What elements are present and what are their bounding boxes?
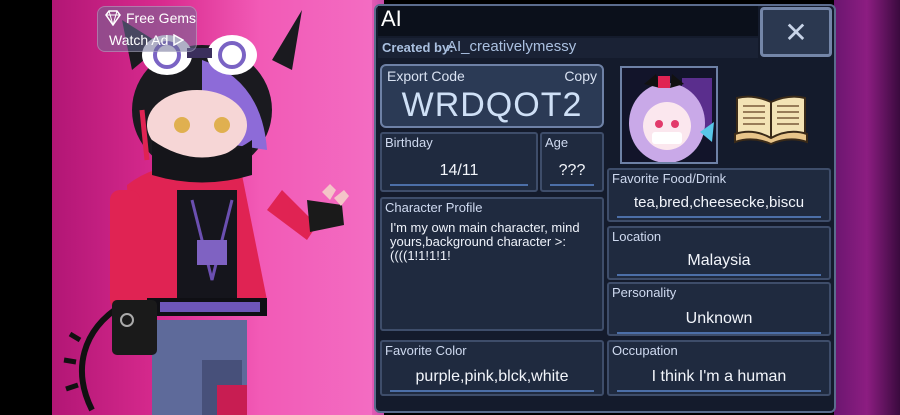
left-letterbox (0, 0, 52, 415)
watch-ad-label: Watch Ad (109, 32, 169, 48)
personality-label: Personality (612, 285, 677, 300)
location-label: Location (612, 229, 662, 244)
export-code-label: Export Code (387, 68, 465, 84)
favorite-color-label: Favorite Color (385, 343, 467, 358)
favorite-food-field[interactable]: Favorite Food/Drink tea,bred,cheesecke,b… (607, 168, 831, 222)
book-icon[interactable] (733, 88, 809, 146)
character-name: AI (381, 6, 402, 31)
diamond-icon (105, 10, 121, 26)
close-icon: ✕ (784, 15, 808, 49)
character-profile-text: I'm my own main character, mind yours,ba… (390, 220, 584, 263)
favorite-food-label: Favorite Food/Drink (612, 171, 727, 186)
favorite-food-value: tea,bred,cheesecke,biscu (633, 194, 805, 211)
creator-name: AI_creativelymessy (447, 38, 577, 55)
age-underline (550, 184, 594, 186)
export-code-box[interactable]: Export Code Copy WRDQOT2 (380, 64, 604, 128)
character-illustration (63, 10, 349, 415)
right-decor-strip (834, 0, 900, 415)
occupation-value: I think I'm a human (651, 368, 787, 385)
age-field[interactable]: Age ??? (540, 132, 604, 192)
occupation-underline (617, 390, 821, 392)
age-label: Age (545, 135, 569, 150)
free-gems-label: Free Gems (126, 10, 197, 26)
close-button[interactable]: ✕ (760, 7, 832, 57)
favorite-color-underline (390, 390, 594, 392)
location-field[interactable]: Location Malaysia (607, 226, 831, 280)
created-by-label: Created by: (382, 40, 454, 55)
occupation-label: Occupation (612, 343, 678, 358)
birthday-value: 14/11 (439, 162, 479, 179)
favorite-color-field[interactable]: Favorite Color purple,pink,blck,white (380, 340, 604, 396)
location-underline (617, 274, 821, 276)
favorite-food-underline (617, 216, 821, 218)
export-code-value: WRDQOT2 (401, 86, 583, 124)
personality-value: Unknown (685, 310, 753, 327)
location-value: Malaysia (687, 252, 751, 269)
character-portrait[interactable] (620, 66, 718, 164)
birthday-field[interactable]: Birthday 14/11 (380, 132, 538, 192)
portrait-image (622, 68, 716, 162)
favorite-color-value: purple,pink,blck,white (415, 368, 569, 385)
copy-button[interactable]: Copy (564, 68, 597, 84)
birthday-underline (390, 184, 528, 186)
personality-underline (617, 332, 821, 334)
character-profile-label: Character Profile (385, 200, 483, 215)
title-bar (378, 6, 758, 36)
play-icon (173, 34, 185, 46)
personality-field[interactable]: Personality Unknown (607, 282, 831, 336)
occupation-field[interactable]: Occupation I think I'm a human (607, 340, 831, 396)
age-value: ??? (558, 162, 586, 179)
free-gems-button[interactable]: Free Gems Watch Ad (97, 6, 197, 52)
birthday-label: Birthday (385, 135, 433, 150)
character-profile-field[interactable]: Character Profile I'm my own main charac… (380, 197, 604, 331)
